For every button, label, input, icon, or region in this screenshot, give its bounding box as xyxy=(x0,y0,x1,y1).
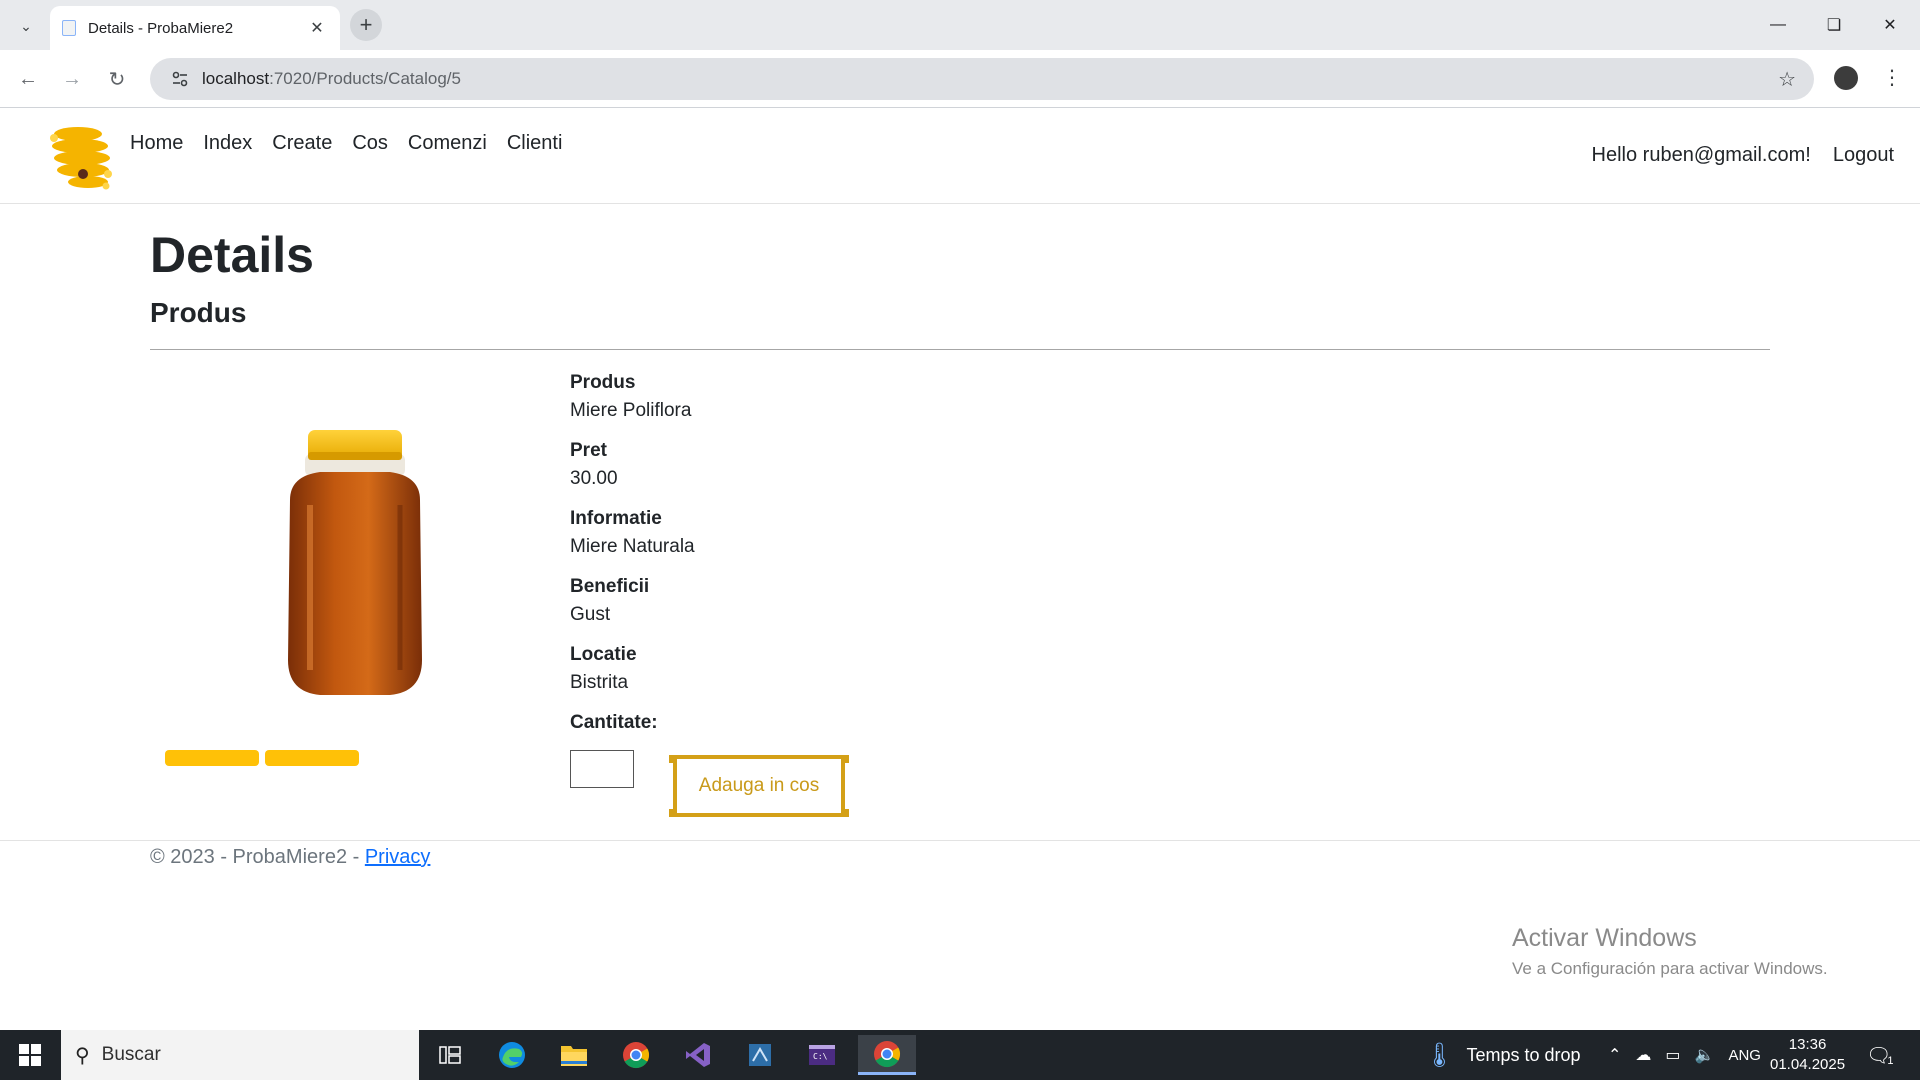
task-view-icon[interactable] xyxy=(426,1035,474,1075)
field-label: Beneficii xyxy=(570,576,650,597)
main-nav: Home Index Create Cos Comenzi Clienti xyxy=(130,132,562,155)
volume-icon[interactable]: 🔈 xyxy=(1695,1045,1715,1065)
search-icon: ⚲ xyxy=(75,1044,90,1067)
back-arrow-icon[interactable]: ← xyxy=(12,63,44,95)
nav-home[interactable]: Home xyxy=(130,132,183,155)
edge-browser-icon[interactable] xyxy=(488,1035,536,1075)
browser-menu-icon[interactable]: ⋮ xyxy=(1880,62,1904,94)
url-text: localhost:7020/Products/Catalog/5 xyxy=(202,69,461,88)
forward-arrow-icon[interactable]: → xyxy=(56,63,88,95)
site-navbar: Home Index Create Cos Comenzi Clienti He… xyxy=(0,108,1920,204)
page-title: Details xyxy=(150,227,314,283)
notifications-icon[interactable]: 🗨 1 xyxy=(1866,1030,1894,1080)
reload-icon[interactable]: ↻ xyxy=(101,63,133,95)
carousel-indicator[interactable] xyxy=(265,750,359,766)
browser-tabstrip: ⌄ Details - ProbaMiere2 ✕ + — ❏ ✕ xyxy=(0,0,1920,50)
quantity-input[interactable] xyxy=(570,750,634,788)
clock-date: 01.04.2025 xyxy=(1770,1056,1846,1073)
weather-widget[interactable]: 🌡 Temps to drop xyxy=(1424,1030,1581,1080)
svg-text:C:\: C:\ xyxy=(813,1052,828,1061)
windows-start-icon[interactable] xyxy=(0,1030,60,1080)
window-close-icon[interactable]: ✕ xyxy=(1862,0,1918,50)
field-value: Miere Naturala xyxy=(570,536,695,557)
copyright-text: © 2023 - ProbaMiere2 - xyxy=(150,846,365,868)
chrome-icon[interactable] xyxy=(612,1035,660,1075)
profile-avatar[interactable] xyxy=(1834,66,1858,90)
windows-activation-watermark: Activar Windows Ve a Configuración para … xyxy=(1512,924,1828,979)
browser-toolbar: ← → ↻ localhost:7020/Products/Catalog/5 … xyxy=(0,50,1920,108)
watermark-subtitle: Ve a Configuración para activar Windows. xyxy=(1512,959,1828,978)
minimize-icon[interactable]: — xyxy=(1750,0,1806,50)
product-field-list: Produs Miere Poliflora Pret 30.00 Inform… xyxy=(570,372,695,734)
field-label: Locatie xyxy=(570,644,637,665)
field-value: Gust xyxy=(570,604,611,625)
add-to-cart-button[interactable]: Adauga in cos xyxy=(669,755,849,817)
chrome-active-icon[interactable] xyxy=(858,1035,916,1075)
taskbar-clock[interactable]: 13:36 01.04.2025 xyxy=(1770,1035,1845,1075)
tray-chevron-up-icon[interactable]: ⌃ xyxy=(1608,1045,1621,1065)
nav-create[interactable]: Create xyxy=(272,132,332,155)
product-details: Produs Miere Poliflora Pret 30.00 Inform… xyxy=(150,350,1770,820)
field-label: Informatie xyxy=(570,508,662,529)
clock-time: 13:36 xyxy=(1788,1036,1827,1053)
nav-comenzi[interactable]: Comenzi xyxy=(408,132,487,155)
field-value: Bistrita xyxy=(570,672,629,693)
windows-taskbar: ⚲ Buscar C:\ 🌡 Temps to drop ⌃ ☁ ▭ 🔈 ANG… xyxy=(0,1030,1920,1080)
carousel-indicator[interactable] xyxy=(165,750,259,766)
notification-count: 1 xyxy=(1887,1055,1894,1067)
user-area: Hello ruben@gmail.com! Logout xyxy=(1592,144,1894,167)
page-subtitle: Produs xyxy=(150,297,247,328)
tab-search-chevron-icon[interactable]: ⌄ xyxy=(12,12,40,40)
file-explorer-icon[interactable] xyxy=(550,1035,598,1075)
nav-clienti[interactable]: Clienti xyxy=(507,132,563,155)
nav-index[interactable]: Index xyxy=(203,132,252,155)
add-to-cart-label: Adauga in cos xyxy=(698,775,820,796)
site-footer: © 2023 - ProbaMiere2 - Privacy xyxy=(0,840,1920,900)
site-info-icon[interactable] xyxy=(168,67,192,91)
privacy-link[interactable]: Privacy xyxy=(365,846,431,868)
onedrive-cloud-icon[interactable]: ☁ xyxy=(1635,1045,1651,1065)
taskbar-search-box[interactable]: ⚲ Buscar xyxy=(61,1030,419,1080)
tab-close-icon[interactable]: ✕ xyxy=(306,17,328,39)
thermometer-icon: 🌡 xyxy=(1424,1041,1455,1069)
weather-text: Temps to drop xyxy=(1466,1044,1581,1065)
main-content: Details Produs Produs Miere Poliflora Pr… xyxy=(150,204,1770,820)
nav-cos[interactable]: Cos xyxy=(352,132,388,155)
field-value: 30.00 xyxy=(570,468,618,489)
logout-link[interactable]: Logout xyxy=(1833,144,1894,167)
visual-studio-icon[interactable] xyxy=(674,1035,722,1075)
restore-icon[interactable]: ❏ xyxy=(1806,0,1862,50)
system-tray: ⌃ ☁ ▭ 🔈 ANG xyxy=(1608,1030,1761,1080)
battery-icon[interactable]: ▭ xyxy=(1665,1045,1680,1065)
honeycomb-logo-icon[interactable] xyxy=(48,122,116,192)
footer-text: © 2023 - ProbaMiere2 - Privacy xyxy=(150,846,430,869)
sql-server-icon[interactable] xyxy=(736,1035,784,1075)
tab-title: Details - ProbaMiere2 xyxy=(88,19,234,37)
terminal-icon[interactable]: C:\ xyxy=(798,1035,846,1075)
search-placeholder: Buscar xyxy=(101,1044,161,1065)
honey-jar-image xyxy=(288,430,422,695)
quantity-label: Cantitate: xyxy=(570,712,658,733)
user-greeting[interactable]: Hello ruben@gmail.com! xyxy=(1592,144,1811,167)
new-tab-button[interactable]: + xyxy=(350,9,382,41)
language-indicator[interactable]: ANG xyxy=(1728,1047,1761,1064)
watermark-title: Activar Windows xyxy=(1512,924,1697,952)
bookmark-star-icon[interactable]: ☆ xyxy=(1778,67,1796,92)
address-bar[interactable]: localhost:7020/Products/Catalog/5 ☆ xyxy=(150,58,1814,100)
field-label: Produs xyxy=(570,372,636,393)
browser-tab[interactable]: Details - ProbaMiere2 ✕ xyxy=(50,6,340,50)
page-favicon-icon xyxy=(62,20,76,36)
field-label: Pret xyxy=(570,440,607,461)
field-value: Miere Poliflora xyxy=(570,400,692,421)
